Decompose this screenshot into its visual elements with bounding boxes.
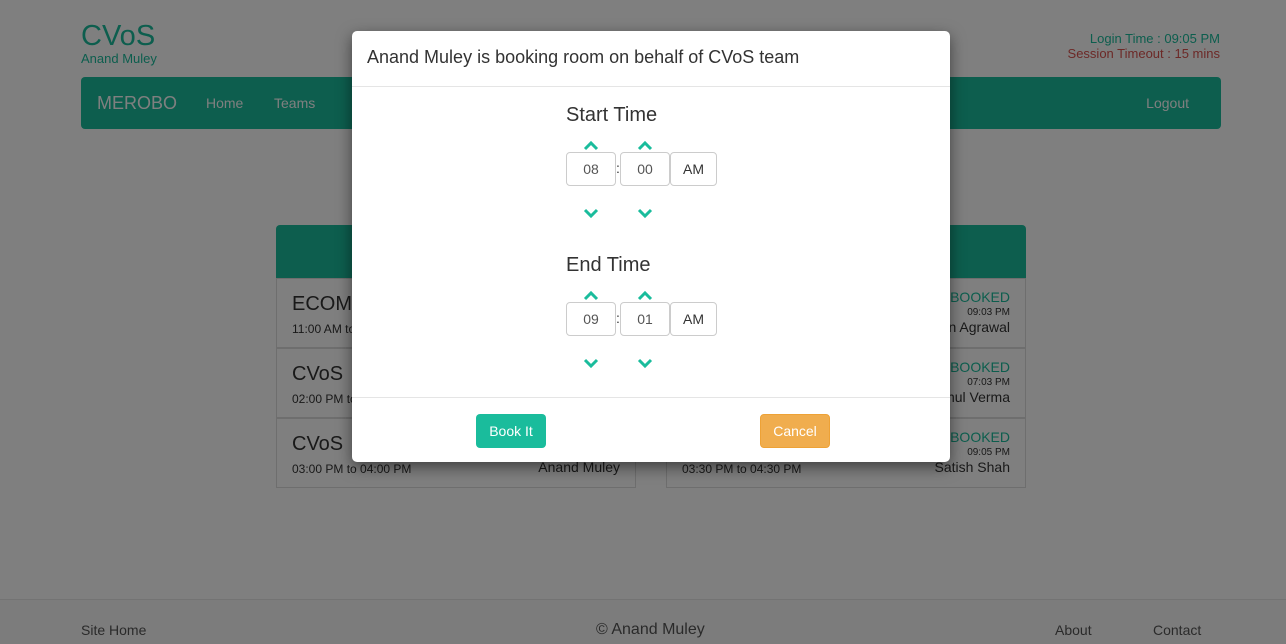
start-minute-input[interactable]: 00 (620, 152, 670, 186)
modal-header: Anand Muley is booking room on behalf of… (352, 31, 950, 87)
chevron-up-icon[interactable] (637, 289, 653, 303)
modal-footer: Book It Cancel (352, 397, 950, 462)
end-hour-input[interactable]: 09 (566, 302, 616, 336)
cancel-button[interactable]: Cancel (760, 414, 830, 448)
start-hour-input[interactable]: 08 (566, 152, 616, 186)
booking-modal: Anand Muley is booking room on behalf of… (352, 31, 950, 462)
chevron-down-icon[interactable] (583, 356, 599, 370)
end-time-row: 09 : 01 AM (566, 302, 726, 336)
end-time-picker: End Time 09 : 01 AM (566, 254, 717, 369)
book-it-button[interactable]: Book It (476, 414, 546, 448)
start-time-row: 08 : 00 AM (566, 152, 726, 186)
start-meridian-toggle[interactable]: AM (670, 152, 717, 186)
start-time-label: Start Time (566, 104, 658, 126)
chevron-down-icon[interactable] (583, 206, 599, 220)
chevron-down-icon[interactable] (637, 206, 653, 220)
modal-title: Anand Muley is booking room on behalf of… (367, 47, 800, 67)
chevron-down-icon[interactable] (637, 356, 653, 370)
start-time-picker: Start Time 08 : 00 AM (566, 104, 717, 219)
chevron-up-icon[interactable] (583, 289, 599, 303)
end-minute-input[interactable]: 01 (620, 302, 670, 336)
chevron-up-icon[interactable] (583, 139, 599, 153)
end-time-label: End Time (566, 254, 651, 276)
end-meridian-toggle[interactable]: AM (670, 302, 717, 336)
chevron-up-icon[interactable] (637, 139, 653, 153)
